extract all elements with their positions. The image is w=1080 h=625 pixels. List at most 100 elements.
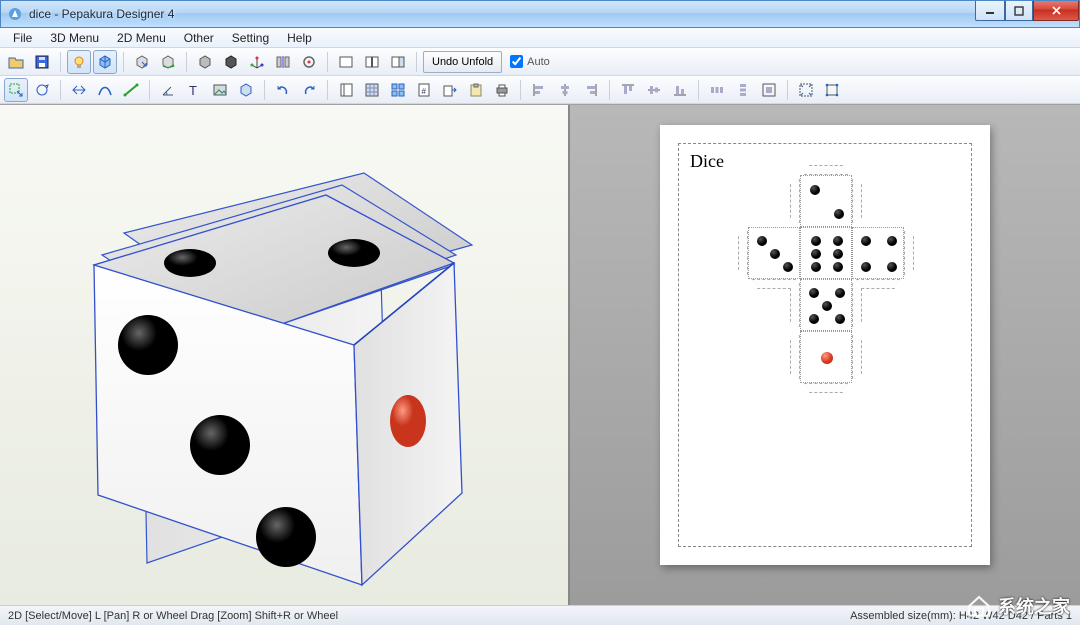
menubar: File 3D Menu 2D Menu Other Setting Help	[0, 28, 1080, 48]
pepakura-app-icon	[7, 6, 23, 22]
align-center-h-button[interactable]	[553, 78, 577, 102]
align-left-button[interactable]	[527, 78, 551, 102]
texture-icon	[364, 82, 380, 98]
save-button[interactable]	[30, 50, 54, 74]
edge-green-icon	[123, 82, 139, 98]
minimize-button[interactable]	[975, 1, 1005, 21]
snap-button[interactable]	[820, 78, 844, 102]
toolbar-separator	[787, 80, 788, 100]
cube-rotate-button[interactable]	[156, 50, 180, 74]
auto-checkbox[interactable]: Auto	[510, 55, 550, 68]
dice-3d-render	[24, 115, 544, 595]
edge-green-button[interactable]	[119, 78, 143, 102]
align-center-h-icon	[557, 82, 573, 98]
paste-button[interactable]	[464, 78, 488, 102]
menu-other[interactable]: Other	[175, 29, 223, 47]
texture-button[interactable]	[360, 78, 384, 102]
layout-right-icon	[390, 54, 406, 70]
toolbar-separator	[186, 52, 187, 72]
axes-button[interactable]	[245, 50, 269, 74]
flip-tool-button[interactable]	[67, 78, 91, 102]
angle-button[interactable]	[156, 78, 180, 102]
toolbar-separator	[60, 52, 61, 72]
paste-icon	[468, 82, 484, 98]
curve-tool-button[interactable]	[93, 78, 117, 102]
close-button[interactable]	[1033, 1, 1079, 21]
select-move-icon	[8, 82, 24, 98]
maximize-button[interactable]	[1005, 1, 1033, 21]
toolbar-1: Undo Unfold Auto	[0, 48, 1080, 76]
cube-shaded-button[interactable]	[93, 50, 117, 74]
print-button[interactable]	[490, 78, 514, 102]
rotate-view-button[interactable]	[30, 78, 54, 102]
align-bottom-icon	[672, 82, 688, 98]
mirror-button[interactable]	[271, 50, 295, 74]
menu-help[interactable]: Help	[278, 29, 321, 47]
toolbar-separator	[264, 80, 265, 100]
cube-move-button[interactable]	[130, 50, 154, 74]
solid-cube-icon	[197, 54, 213, 70]
align-middle-button[interactable]	[642, 78, 666, 102]
flip-tool-icon	[71, 82, 87, 98]
select-move-button[interactable]	[4, 78, 28, 102]
toolbar-separator	[149, 80, 150, 100]
dark-cube-button[interactable]	[219, 50, 243, 74]
2d-viewport[interactable]: Dice	[570, 105, 1080, 605]
auto-label: Auto	[527, 56, 550, 68]
layout-double-icon	[364, 54, 380, 70]
light-bulb-button[interactable]	[67, 50, 91, 74]
menu-setting[interactable]: Setting	[223, 29, 278, 47]
menu-2d[interactable]: 2D Menu	[108, 29, 175, 47]
box-tool-icon	[238, 82, 254, 98]
redo-icon	[301, 82, 317, 98]
center-page-icon	[761, 82, 777, 98]
auto-checkbox-input[interactable]	[510, 55, 523, 68]
arrange-icon	[390, 82, 406, 98]
page-number-button[interactable]: #	[412, 78, 436, 102]
distribute-v-icon	[735, 82, 751, 98]
cube-rotate-icon	[160, 54, 176, 70]
distribute-h-button[interactable]	[705, 78, 729, 102]
fit-page-button[interactable]	[794, 78, 818, 102]
print-icon	[494, 82, 510, 98]
distribute-v-button[interactable]	[731, 78, 755, 102]
redo-button[interactable]	[297, 78, 321, 102]
text-tool-button[interactable]: T	[182, 78, 206, 102]
svg-text:T: T	[189, 83, 197, 98]
layout-single-icon	[338, 54, 354, 70]
toolbar-separator	[123, 52, 124, 72]
align-right-button[interactable]	[579, 78, 603, 102]
menu-file[interactable]: File	[4, 29, 41, 47]
box-tool-button[interactable]	[234, 78, 258, 102]
distribute-h-icon	[709, 82, 725, 98]
window-controls	[975, 1, 1079, 21]
shape-circle-button[interactable]	[297, 50, 321, 74]
cube-shaded-icon	[97, 54, 113, 70]
page-toggle-button[interactable]	[334, 78, 358, 102]
mirror-icon	[275, 54, 291, 70]
undo-unfold-button[interactable]: Undo Unfold	[423, 51, 502, 73]
arrange-button[interactable]	[386, 78, 410, 102]
toolbar-separator	[327, 52, 328, 72]
center-page-button[interactable]	[757, 78, 781, 102]
window-title: dice - Pepakura Designer 4	[29, 7, 174, 21]
layout-double-button[interactable]	[360, 50, 384, 74]
solid-cube-button[interactable]	[193, 50, 217, 74]
titlebar: dice - Pepakura Designer 4	[0, 0, 1080, 28]
image-tool-button[interactable]	[208, 78, 232, 102]
3d-viewport[interactable]	[0, 105, 570, 605]
layout-single-button[interactable]	[334, 50, 358, 74]
align-bottom-button[interactable]	[668, 78, 692, 102]
image-tool-icon	[212, 82, 228, 98]
layout-right-button[interactable]	[386, 50, 410, 74]
export-button[interactable]	[438, 78, 462, 102]
menu-3d[interactable]: 3D Menu	[41, 29, 108, 47]
open-button[interactable]	[4, 50, 28, 74]
status-right: Assembled size(mm): H42 W42 D42 / Parts …	[850, 610, 1072, 622]
rotate-view-icon	[34, 82, 50, 98]
open-icon	[8, 54, 24, 70]
align-middle-icon	[646, 82, 662, 98]
paper-title: Dice	[690, 151, 724, 172]
undo-button[interactable]	[271, 78, 295, 102]
align-top-button[interactable]	[616, 78, 640, 102]
